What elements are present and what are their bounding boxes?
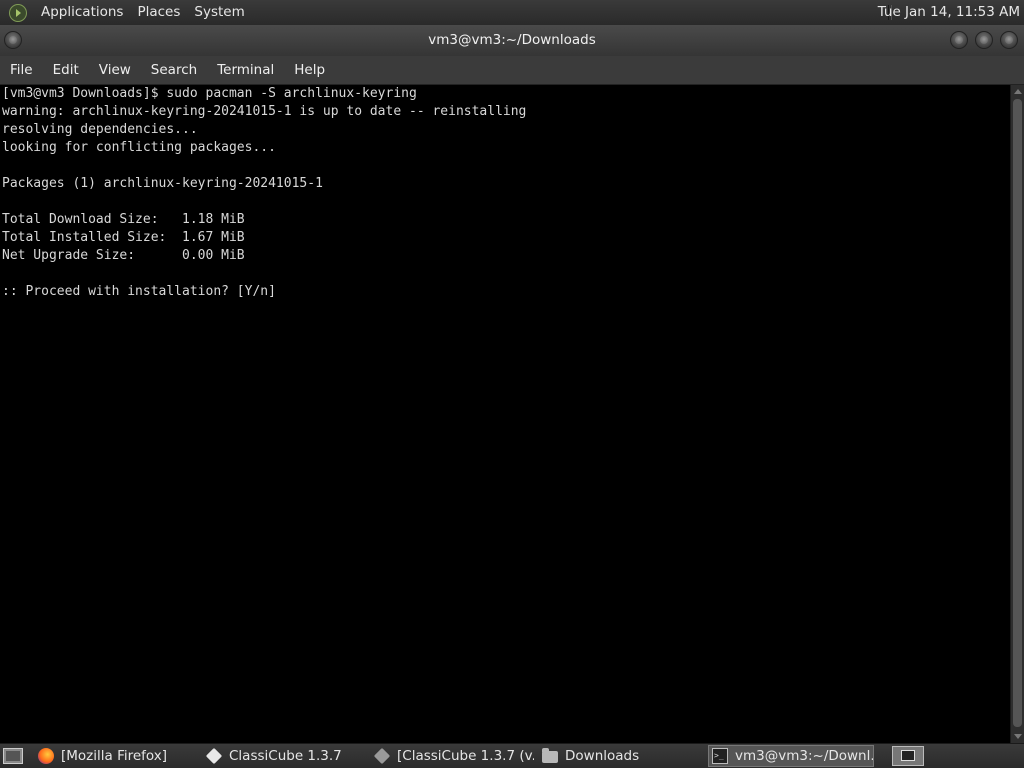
taskbar-item-label: Downloads	[565, 748, 640, 764]
terminal-output[interactable]: [vm3@vm3 Downloads]$ sudo pacman -S arch…	[0, 85, 1010, 743]
close-button[interactable]	[1000, 31, 1018, 49]
clock[interactable]: Tue Jan 14, 11:53 AM	[878, 0, 1020, 25]
taskbar-item-label: [Mozilla Firefox]	[61, 748, 168, 764]
bottom-panel: [Mozilla Firefox] ClassiCube 1.3.7 [Clas…	[0, 743, 1024, 768]
terminal-icon	[712, 746, 728, 766]
taskbar-item-label: [ClassiCube 1.3.7 (v...	[397, 748, 534, 764]
system-menu[interactable]: System	[187, 0, 251, 25]
menu-help[interactable]: Help	[284, 56, 335, 84]
firefox-icon	[38, 748, 54, 764]
taskbar-item-classicube[interactable]: ClassiCube 1.3.7	[206, 745, 366, 767]
taskbar-item-firefox[interactable]: [Mozilla Firefox]	[38, 745, 198, 767]
taskbar-item-label: vm3@vm3:~/Downl...	[735, 748, 874, 764]
terminal-line: Total Download Size: 1.18 MiB	[2, 212, 245, 227]
cube-icon	[206, 747, 223, 765]
cube-icon	[374, 747, 391, 765]
terminal-line: Total Installed Size: 1.67 MiB	[2, 230, 245, 245]
terminal-line: Packages (1) archlinux-keyring-20241015-…	[2, 176, 323, 191]
taskbar-item-downloads[interactable]: Downloads	[542, 745, 702, 767]
taskbar-item-classicube-2[interactable]: [ClassiCube 1.3.7 (v...	[374, 745, 534, 767]
menu-terminal[interactable]: Terminal	[207, 56, 284, 84]
top-panel: Applications Places System Tue Jan 14, 1…	[0, 0, 1024, 25]
places-menu[interactable]: Places	[130, 0, 187, 25]
terminal-line: Net Upgrade Size: 0.00 MiB	[2, 248, 245, 263]
show-desktop-button[interactable]	[3, 748, 23, 764]
window-title: vm3@vm3:~/Downloads	[428, 32, 596, 48]
maximize-button[interactable]	[975, 31, 993, 49]
scrollbar-thumb[interactable]	[1013, 99, 1022, 727]
scroll-up-icon[interactable]	[1014, 89, 1022, 94]
workspace-switcher[interactable]	[892, 746, 924, 766]
window-titlebar[interactable]: vm3@vm3:~/Downloads	[0, 25, 1024, 56]
applications-menu[interactable]: Applications	[34, 0, 130, 25]
terminal-line: [vm3@vm3 Downloads]$ sudo pacman -S arch…	[2, 86, 417, 101]
taskbar-item-label: ClassiCube 1.3.7	[229, 748, 342, 764]
menu-edit[interactable]: Edit	[43, 56, 89, 84]
terminal-scrollbar[interactable]	[1010, 85, 1024, 743]
menu-file[interactable]: File	[0, 56, 43, 84]
menubar: File Edit View Search Terminal Help	[0, 56, 1024, 85]
taskbar-item-terminal[interactable]: vm3@vm3:~/Downl...	[708, 745, 874, 767]
menu-view[interactable]: View	[89, 56, 141, 84]
folder-icon	[542, 748, 558, 763]
scroll-down-icon[interactable]	[1014, 734, 1022, 739]
minimize-button[interactable]	[950, 31, 968, 49]
terminal-line: warning: archlinux-keyring-20241015-1 is…	[2, 104, 527, 119]
menu-search[interactable]: Search	[141, 56, 207, 84]
applications-menu-icon[interactable]	[9, 3, 27, 22]
terminal-line: resolving dependencies...	[2, 122, 198, 137]
terminal-prompt-line: :: Proceed with installation? [Y/n]	[2, 284, 276, 299]
terminal-line: looking for conflicting packages...	[2, 140, 276, 155]
